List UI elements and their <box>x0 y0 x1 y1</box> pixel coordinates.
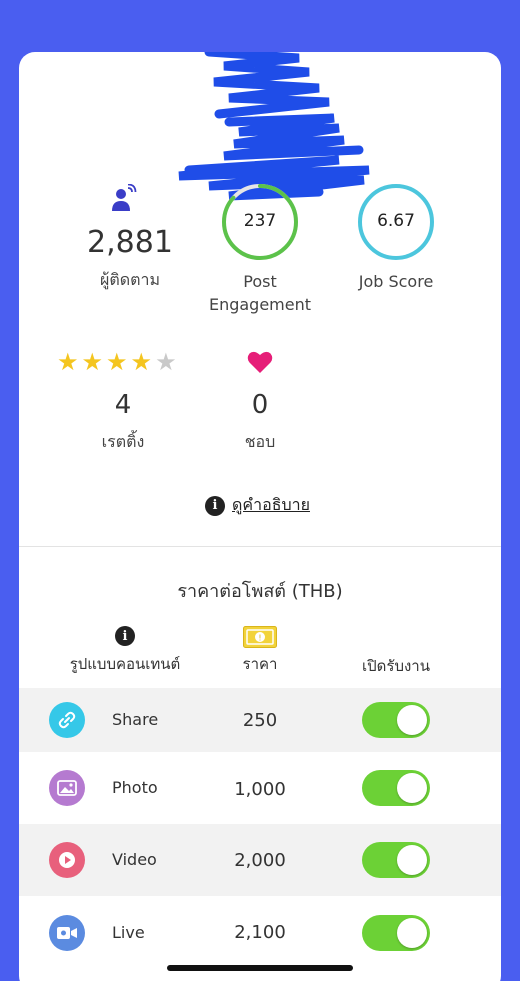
rating-value: 4 <box>114 390 132 420</box>
row-type-label: Live <box>112 923 145 942</box>
likes-stat: 0 ชอบ <box>200 392 320 453</box>
likes-value: 0 <box>251 390 269 420</box>
post-engagement-stat: Post Engagement <box>190 270 330 316</box>
row-type-label: Share <box>112 710 159 729</box>
image-icon <box>49 770 85 806</box>
post-engagement-label-2: Engagement <box>208 295 312 314</box>
row-type-label: Photo <box>112 778 158 797</box>
followers-stat: 2,881 ผู้ติดตาม <box>70 228 190 291</box>
row-price: 2,000 <box>234 850 286 871</box>
section-divider <box>19 546 501 547</box>
star-icon: ★ <box>57 348 79 376</box>
star-icon: ★ <box>106 348 128 376</box>
followers-count: 2,881 <box>87 225 173 260</box>
toggle-knob <box>397 918 427 948</box>
toggle-knob <box>397 705 427 735</box>
row-type-label: Video <box>112 850 157 869</box>
rating-label: เรตติ้ง <box>101 432 145 451</box>
rating-stat: 4 เรตติ้ง <box>63 392 183 453</box>
job-score-ring: 6.67 <box>356 182 436 262</box>
likes-label: ชอบ <box>244 432 276 451</box>
price-header: ! ราคา <box>200 626 320 676</box>
row-price: 1,000 <box>234 779 286 800</box>
row-price: 250 <box>242 710 278 731</box>
job-score-value: 6.67 <box>377 211 415 231</box>
explain-link-text[interactable]: ดูคำอธิบาย <box>232 493 310 518</box>
post-engagement-value: 237 <box>243 211 277 231</box>
share-toggle[interactable] <box>362 702 430 738</box>
content-type-header-label: รูปแบบคอนเทนต์ <box>69 655 181 673</box>
link-icon <box>49 702 85 738</box>
live-video-icon <box>49 915 85 951</box>
video-toggle[interactable] <box>362 842 430 878</box>
svg-text:!: ! <box>258 634 261 643</box>
toggle-knob <box>397 845 427 875</box>
content-type-header: i รูปแบบคอนเทนต์ <box>60 626 190 676</box>
star-icon: ★ <box>130 348 153 376</box>
money-icon: ! <box>243 626 277 648</box>
toggle-knob <box>397 773 427 803</box>
star-icon: ★ <box>81 348 104 376</box>
star-empty-icon: ★ <box>155 348 177 376</box>
open-header: เปิดรับงาน <box>346 654 446 678</box>
info-icon: i <box>205 495 225 516</box>
heart-icon <box>247 351 273 373</box>
pricing-title: ราคาต่อโพสต์ (THB) <box>177 581 343 602</box>
explain-link[interactable]: i ดูคำอธิบาย <box>205 493 310 518</box>
home-indicator <box>167 965 353 971</box>
live-toggle[interactable] <box>362 915 430 951</box>
follower-icon <box>112 184 137 211</box>
row-price: 2,100 <box>234 922 286 943</box>
photo-toggle[interactable] <box>362 770 430 806</box>
post-engagement-ring: 237 <box>220 182 300 262</box>
followers-label: ผู้ติดตาม <box>99 270 161 289</box>
job-score-stat: Job Score <box>336 270 456 293</box>
price-header-label: ราคา <box>242 655 278 673</box>
play-icon <box>49 842 85 878</box>
job-score-label: Job Score <box>358 272 434 291</box>
post-engagement-label-1: Post <box>243 272 277 291</box>
rating-stars: ★ ★ ★ ★ ★ <box>57 350 177 374</box>
info-icon[interactable]: i <box>115 626 135 646</box>
open-header-label: เปิดรับงาน <box>362 657 430 675</box>
